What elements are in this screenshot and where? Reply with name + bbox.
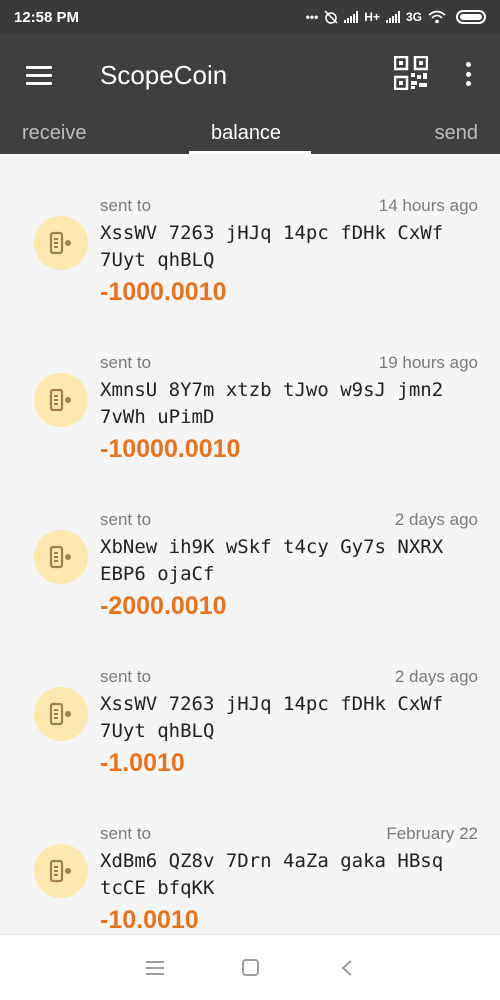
tab-send[interactable]: send: [435, 122, 478, 145]
recent-apps-icon[interactable]: [146, 961, 164, 979]
transaction-item[interactable]: sent to 14 hours ago XssWV 7263 jHJq 14p…: [0, 154, 500, 311]
more-vert-icon[interactable]: [458, 58, 478, 90]
transaction-amount: -1000.0010: [100, 278, 227, 306]
status-bar: 12:58 PM ••• H+ 3G: [0, 0, 500, 34]
wifi-icon: [428, 10, 446, 24]
signal-strength-icon-2: [385, 11, 400, 23]
transaction-list[interactable]: sent to 14 hours ago XssWV 7263 jHJq 14p…: [0, 154, 500, 934]
transaction-time: 19 hours ago: [378, 353, 478, 372]
coin-send-icon: [49, 702, 71, 726]
battery-icon: [456, 10, 486, 24]
transaction-type: sent to: [100, 824, 152, 843]
transaction-item[interactable]: sent to 2 days ago XssWV 7263 jHJq 14pc …: [0, 625, 500, 782]
app-bar: ScopeCoin receive balance send: [0, 34, 500, 154]
status-time: 12:58 PM: [14, 8, 80, 26]
tab-receive[interactable]: receive: [22, 122, 86, 145]
transaction-type: sent to: [100, 353, 152, 372]
transaction-time: 14 hours ago: [378, 196, 478, 215]
coin-send-icon: [49, 859, 71, 883]
transaction-item[interactable]: sent to 19 hours ago XmnsU 8Y7m xtzb tJw…: [0, 311, 500, 468]
transaction-address: XdBm6 QZ8v 7Drn 4aZa gaka HBsq tcCE bfqK…: [100, 850, 444, 899]
transaction-amount: -2000.0010: [100, 592, 227, 620]
home-icon[interactable]: [242, 959, 259, 976]
coin-send-icon: [49, 231, 71, 255]
system-nav-bar: [0, 934, 500, 1000]
transaction-address: XmnsU 8Y7m xtzb tJwo w9sJ jmn2 7vWh uPim…: [100, 379, 444, 428]
transaction-address: XssWV 7263 jHJq 14pc fDHk CxWf 7Uyt qhBL…: [100, 693, 444, 742]
signal-strength-icon: [344, 11, 359, 23]
transaction-avatar: [34, 687, 88, 741]
transaction-address: XssWV 7263 jHJq 14pc fDHk CxWf 7Uyt qhBL…: [100, 222, 444, 271]
notification-dots-icon: •••: [305, 10, 319, 24]
back-icon[interactable]: [340, 959, 354, 977]
transaction-type: sent to: [100, 510, 152, 529]
coin-send-icon: [49, 388, 71, 412]
transaction-avatar: [34, 530, 88, 584]
transaction-amount: -10.0010: [100, 906, 199, 934]
transaction-time: 2 days ago: [394, 667, 478, 686]
transaction-avatar: [34, 216, 88, 270]
transaction-item[interactable]: sent to February 22 XdBm6 QZ8v 7Drn 4aZa…: [0, 782, 500, 934]
alarm-off-icon: [324, 10, 338, 24]
status-icons: ••• H+ 3G: [306, 10, 486, 24]
transaction-time: February 22: [386, 824, 478, 843]
network-type-3g: 3G: [405, 10, 422, 24]
tab-balance[interactable]: balance: [211, 122, 281, 145]
transaction-avatar: [34, 373, 88, 427]
transaction-type: sent to: [100, 667, 152, 686]
coin-send-icon: [49, 545, 71, 569]
app-title: ScopeCoin: [100, 60, 228, 90]
qr-code-icon[interactable]: [394, 56, 428, 90]
transaction-amount: -1.0010: [100, 749, 185, 777]
network-type-h: H+: [364, 10, 380, 24]
hamburger-menu-icon[interactable]: [26, 66, 52, 86]
transaction-time: 2 days ago: [394, 510, 478, 529]
transaction-item[interactable]: sent to 2 days ago XbNew ih9K wSkf t4cy …: [0, 468, 500, 625]
transaction-type: sent to: [100, 196, 152, 215]
transaction-amount: -10000.0010: [100, 435, 241, 463]
transaction-address: XbNew ih9K wSkf t4cy Gy7s NXRX EBP6 ojaC…: [100, 536, 444, 585]
transaction-avatar: [34, 844, 88, 898]
